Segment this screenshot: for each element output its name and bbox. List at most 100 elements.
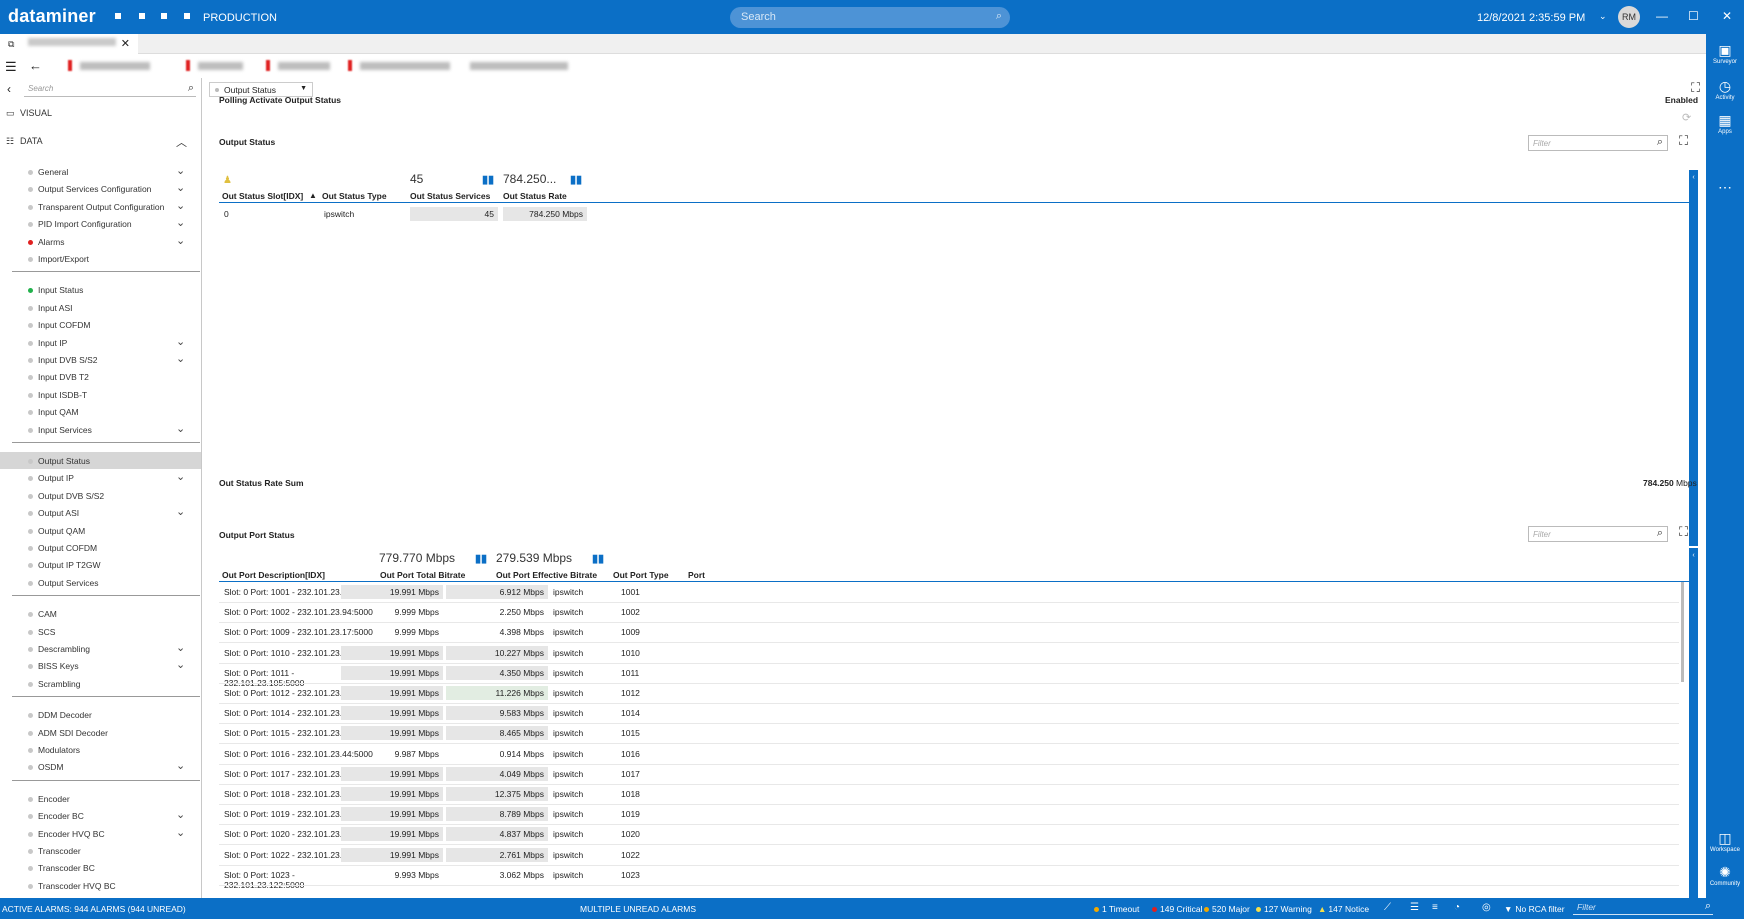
- col-out-status-rate[interactable]: Out Status Rate: [503, 191, 567, 201]
- fullscreen-icon[interactable]: ⛶: [1679, 524, 1688, 540]
- col-port[interactable]: Port: [688, 570, 705, 580]
- chevron-left-icon[interactable]: ‹: [1689, 552, 1698, 559]
- chevron-down-icon[interactable]: ⌄: [176, 658, 185, 671]
- sidebar-item[interactable]: Output ASI ⌄: [0, 504, 201, 521]
- chevron-down-icon[interactable]: ⌄: [1599, 11, 1607, 22]
- bar-chart-icon[interactable]: ▮▮: [475, 552, 487, 565]
- col-out-status-type[interactable]: Out Status Type: [322, 191, 387, 201]
- sidebar-item[interactable]: BISS Keys ⌄: [0, 657, 201, 674]
- alarm-filter-input[interactable]: Filter ⌕: [1573, 900, 1713, 915]
- notice-count[interactable]: ▲ 147 Notice: [1318, 904, 1369, 914]
- col-out-status-slot[interactable]: Out Status Slot[IDX]: [222, 191, 303, 201]
- search-icon[interactable]: ⌕: [1657, 136, 1663, 149]
- menu-square-icon[interactable]: [184, 13, 190, 19]
- sidebar-item[interactable]: Output Status: [0, 452, 201, 469]
- sidebar-item[interactable]: Input ISDB-T: [0, 386, 201, 403]
- sidebar-item[interactable]: Import/Export: [0, 250, 201, 267]
- sidebar-item[interactable]: General ⌄: [0, 163, 201, 180]
- chevron-down-icon[interactable]: ▼: [300, 85, 307, 92]
- sidebar-item[interactable]: Transcoder: [0, 842, 201, 859]
- maximize-icon[interactable]: ☐: [1688, 9, 1699, 23]
- menu-square-icon[interactable]: [139, 13, 145, 19]
- rail-workspace[interactable]: ◫ Workspace: [1706, 830, 1744, 853]
- output-port-filter-input[interactable]: Filter ⌕: [1528, 526, 1668, 542]
- search-icon[interactable]: ⌕: [1705, 900, 1711, 913]
- sidebar-item[interactable]: Encoder: [0, 790, 201, 807]
- sidebar-item[interactable]: Input DVB S/S2 ⌄: [0, 351, 201, 368]
- fullscreen-icon[interactable]: ⛶: [1679, 133, 1688, 149]
- col-out-port-total-bitrate[interactable]: Out Port Total Bitrate: [380, 570, 465, 580]
- breadcrumb-item[interactable]: [80, 62, 150, 70]
- focus-icon[interactable]: ◎: [1482, 902, 1491, 913]
- chevron-down-icon[interactable]: ⌄: [176, 826, 185, 839]
- sidebar-item[interactable]: ADM SDI Decoder: [0, 724, 201, 741]
- sidebar-item[interactable]: Descrambling ⌄: [0, 640, 201, 657]
- chevron-down-icon[interactable]: ⌄: [176, 470, 185, 483]
- sidebar-item[interactable]: Input DVB T2: [0, 368, 201, 385]
- fullscreen-icon[interactable]: ⛶: [1691, 80, 1700, 96]
- output-port-scrollbar[interactable]: ‹: [1689, 548, 1698, 898]
- rca-filter[interactable]: ▼ No RCA filter: [1504, 904, 1565, 914]
- sidebar-item[interactable]: Input Status: [0, 281, 201, 298]
- search-icon[interactable]: ⌕: [188, 82, 194, 95]
- breadcrumb-item[interactable]: [278, 62, 330, 70]
- sidebar-item[interactable]: Output QAM: [0, 522, 201, 539]
- history-icon[interactable]: ◔: [1454, 902, 1460, 913]
- sidebar-item[interactable]: Output IP T2GW: [0, 556, 201, 573]
- chevron-down-icon[interactable]: ⌄: [176, 352, 185, 365]
- global-search-input[interactable]: Search ⌕: [730, 7, 1010, 28]
- breadcrumb-item[interactable]: [470, 62, 568, 70]
- sidebar-item[interactable]: Transcoder HVQ BC: [0, 877, 201, 894]
- output-status-filter-input[interactable]: Filter ⌕: [1528, 135, 1668, 151]
- sidebar-item[interactable]: Encoder HVQ BC ⌄: [0, 825, 201, 842]
- sidebar-item[interactable]: CAM: [0, 605, 201, 622]
- sidebar-item[interactable]: Input COFDM: [0, 316, 201, 333]
- bar-chart-icon[interactable]: ▮▮: [592, 552, 604, 565]
- chevron-down-icon[interactable]: ⌄: [176, 335, 185, 348]
- sidebar-item[interactable]: SCS: [0, 623, 201, 640]
- sidebar-item[interactable]: Alarms ⌄: [0, 233, 201, 250]
- breadcrumb-item[interactable]: [360, 62, 450, 70]
- major-count[interactable]: 520 Major: [1204, 904, 1250, 914]
- warning-count[interactable]: 127 Warning: [1256, 904, 1312, 914]
- search-icon[interactable]: ⌕: [1657, 527, 1663, 540]
- sidebar-item[interactable]: Input IP ⌄: [0, 334, 201, 351]
- chevron-up-icon[interactable]: ︿: [176, 134, 187, 150]
- col-out-port-description[interactable]: Out Port Description[IDX]: [222, 570, 325, 580]
- col-out-port-type[interactable]: Out Port Type: [613, 570, 669, 580]
- chevron-down-icon[interactable]: ⌄: [176, 422, 185, 435]
- back-arrow-icon[interactable]: ←: [29, 58, 42, 73]
- close-icon[interactable]: ✕: [1722, 9, 1732, 23]
- sidebar-item[interactable]: Modulators: [0, 741, 201, 758]
- chevron-down-icon[interactable]: ⌄: [176, 199, 185, 212]
- chevron-down-icon[interactable]: ⌄: [176, 216, 185, 229]
- sidebar-visual-section[interactable]: ▭ VISUAL: [6, 108, 52, 119]
- sort-ascending-icon[interactable]: ▲: [309, 191, 317, 200]
- output-status-scrollbar[interactable]: ‹: [1689, 170, 1698, 546]
- unread-alarms-notice[interactable]: MULTIPLE UNREAD ALARMS: [580, 904, 696, 914]
- search-icon[interactable]: ⌕: [996, 10, 1002, 23]
- sidebar-search-input[interactable]: Search ⌕: [24, 81, 196, 97]
- user-avatar[interactable]: RM: [1618, 6, 1640, 28]
- sidebar-data-section[interactable]: ☷ DATA ︿: [6, 134, 196, 150]
- list-view-icon[interactable]: ☰: [1410, 902, 1419, 913]
- sidebar-item[interactable]: Output Services: [0, 574, 201, 591]
- col-out-port-effective-bitrate[interactable]: Out Port Effective Bitrate: [496, 570, 597, 580]
- active-alarms-summary[interactable]: ACTIVE ALARMS: 944 ALARMS (944 UNREAD): [2, 904, 186, 914]
- table-scroll-thumb[interactable]: [1681, 582, 1684, 682]
- chevron-down-icon[interactable]: ⌄: [176, 641, 185, 654]
- sidebar-item[interactable]: Transcoder BC: [0, 859, 201, 876]
- critical-count[interactable]: 149 Critical: [1152, 904, 1203, 914]
- sidebar-item[interactable]: OSDM ⌄: [0, 758, 201, 775]
- rail-activity[interactable]: ◷ Activity: [1706, 78, 1744, 101]
- sidebar-item[interactable]: Output COFDM: [0, 539, 201, 556]
- sidebar-item[interactable]: Output DVB S/S2: [0, 487, 201, 504]
- chevron-down-icon[interactable]: ⌄: [176, 181, 185, 194]
- minimize-icon[interactable]: —: [1656, 9, 1668, 23]
- sidebar-item[interactable]: Transparent Output Configuration ⌄: [0, 198, 201, 215]
- bar-chart-icon[interactable]: ▮▮: [482, 173, 494, 186]
- tab-element[interactable]: ⧉ ✕: [0, 34, 138, 54]
- chevron-left-icon[interactable]: ‹: [1689, 174, 1698, 181]
- sidebar-item[interactable]: Scrambling: [0, 675, 201, 692]
- hamburger-menu-icon[interactable]: ☰: [5, 59, 17, 75]
